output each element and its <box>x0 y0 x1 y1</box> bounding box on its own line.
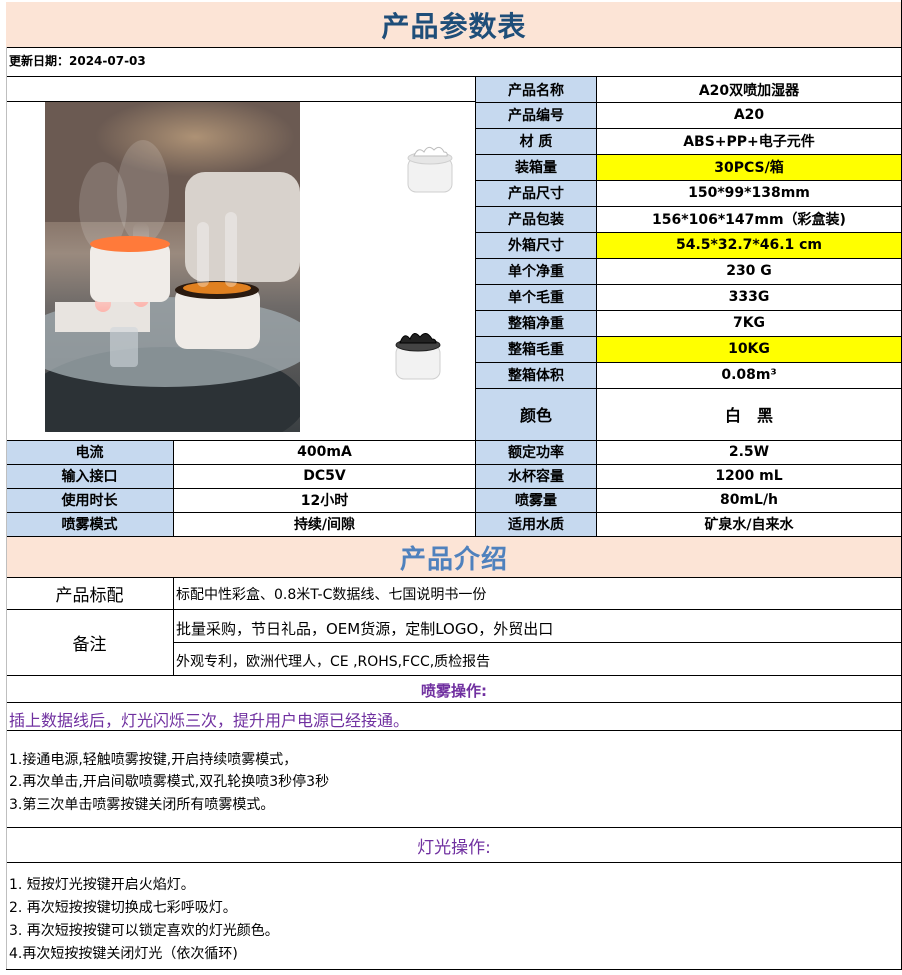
param-value: 400mA <box>297 444 352 460</box>
spray-title: 喷雾操作: <box>421 681 487 700</box>
param-label: 喷雾模式 <box>6 512 173 536</box>
param-label: 适用水质 <box>476 512 596 536</box>
spec-value-highlight: 54.5*32.7*46.1 cm <box>596 232 902 258</box>
light-step: 3. 再次短按按键可以锁定喜欢的灯光颜色。 <box>9 923 279 939</box>
spray-step: 1.接通电源,轻触喷雾按键,开启持续喷雾模式， <box>9 752 298 768</box>
light-title: 灯光操作: <box>417 837 491 858</box>
param-value: 持续/间隙 <box>293 517 356 533</box>
spec-value: 150*99*138mm <box>688 185 810 201</box>
spec-label: 整箱毛重 <box>476 336 596 362</box>
spec-label: 整箱体积 <box>476 362 596 388</box>
spec-label: 整箱净重 <box>476 310 596 336</box>
spray-step: 3.第三次单击喷雾按键关闭所有喷雾模式。 <box>9 797 275 813</box>
spec-label: 产品尺寸 <box>476 180 596 206</box>
spec-label: 产品包装 <box>476 206 596 232</box>
light-step: 4.再次短按按键关闭灯光（依次循环) <box>9 946 238 962</box>
intro-title: 产品介绍 <box>6 537 902 577</box>
param-label: 水杯容量 <box>476 464 596 488</box>
standard-label: 产品标配 <box>55 585 124 606</box>
spec-label: 外箱尺寸 <box>476 232 596 258</box>
update-date: 更新日期：2024-07-03 <box>9 54 146 68</box>
light-step: 2. 再次短按按键切换成七彩呼吸灯。 <box>9 900 237 916</box>
spec-value: 230 G <box>726 263 772 279</box>
product-thumbnail-white <box>402 140 458 196</box>
page-title: 产品参数表 <box>6 2 902 47</box>
param-label: 使用时长 <box>6 488 173 512</box>
humidifier-scene-illustration <box>45 102 300 432</box>
spec-value: A20双喷加湿器 <box>698 82 800 99</box>
spec-label: 产品编号 <box>476 102 596 128</box>
spec-label: 材 质 <box>476 128 596 154</box>
remark-line: 外观专利，欧洲代理人，CE ,ROHS,FCC,质检报告 <box>176 654 491 670</box>
spec-value: 156*106*147mm（彩盒装) <box>652 212 846 228</box>
spec-value: 7KG <box>732 315 766 331</box>
color-value: 白 黑 <box>724 406 773 425</box>
product-photo <box>45 102 300 432</box>
param-label: 额定功率 <box>476 440 596 464</box>
param-label: 喷雾量 <box>476 488 596 512</box>
color-label: 颜色 <box>476 388 596 440</box>
spec-label: 产品名称 <box>476 77 596 102</box>
spray-step: 2.再次单击,开启间歇喷雾模式,双孔轮换喷3秒停3秒 <box>9 774 330 790</box>
light-step: 1. 短按灯光按键开启火焰灯。 <box>9 877 195 893</box>
spec-value-highlight: 30PCS/箱 <box>596 154 902 180</box>
spec-value-highlight: 10KG <box>596 336 902 362</box>
param-label: 电流 <box>6 440 173 464</box>
product-thumbnail-black <box>390 325 446 383</box>
param-value: 80mL/h <box>719 492 779 508</box>
spec-value: A20 <box>733 107 765 123</box>
spec-value: ABS+PP+电子元件 <box>683 134 815 150</box>
param-value: 矿泉水/自来水 <box>704 517 794 533</box>
remarks-label: 备注 <box>72 634 107 655</box>
param-label: 输入接口 <box>6 464 173 488</box>
spec-label: 单个毛重 <box>476 284 596 310</box>
param-value: DC5V <box>303 468 346 484</box>
spray-note: 插上数据线后，灯光闪烁三次，提升用户电源已经接通。 <box>9 711 410 730</box>
param-value: 12小时 <box>300 493 349 509</box>
spec-value: 0.08m³ <box>721 367 777 383</box>
remark-line: 批量采购，节日礼品，OEM货源，定制LOGO，外贸出口 <box>176 620 554 638</box>
spec-value: 333G <box>728 289 770 305</box>
param-value: 1200 mL <box>715 468 783 484</box>
spec-label: 单个净重 <box>476 258 596 284</box>
spec-label: 装箱量 <box>476 154 596 180</box>
standard-value: 标配中性彩盒、0.8米T-C数据线、七国说明书一份 <box>176 587 487 603</box>
param-value: 2.5W <box>728 444 770 460</box>
